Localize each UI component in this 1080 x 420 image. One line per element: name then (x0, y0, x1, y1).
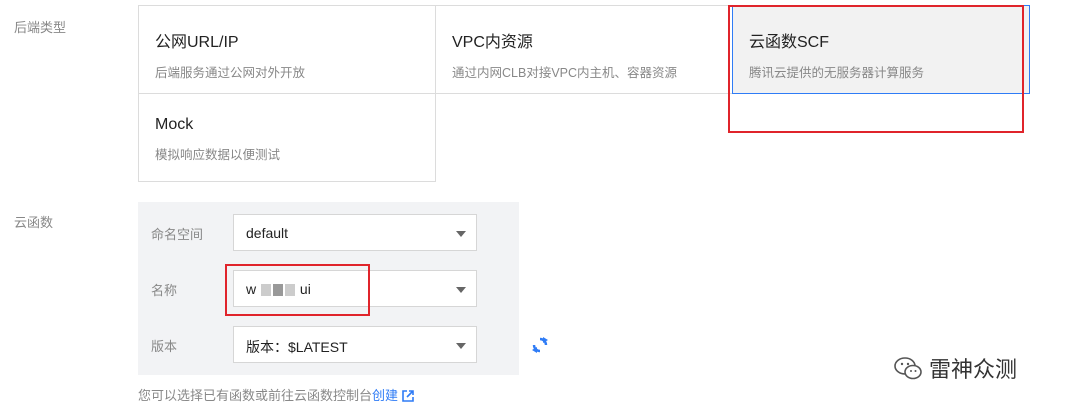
caret-down-icon (456, 231, 466, 237)
namespace-label: 命名空间 (151, 227, 204, 242)
card-desc: 通过内网CLB对接VPC内主机、容器资源 (452, 66, 678, 80)
redacted-text (285, 284, 296, 297)
function-name-select[interactable]: w ui (233, 270, 477, 307)
scf-label: 云函数 (14, 215, 54, 230)
external-link-icon[interactable] (402, 390, 414, 402)
function-name-label: 名称 (151, 283, 178, 298)
redacted-text (261, 284, 272, 297)
version-value: 版本：$LATEST (246, 339, 348, 355)
card-title: 云函数SCF (749, 34, 830, 51)
backend-card-public-url[interactable]: 公网URL/IP 后端服务通过公网对外开放 (138, 5, 436, 94)
backend-type-label: 后端类型 (14, 20, 67, 35)
caret-down-icon (456, 343, 466, 349)
namespace-value: default (246, 225, 289, 241)
watermark: 雷神众测 (893, 352, 1017, 384)
scf-hint: 您可以选择已有函数或前往云函数控制台创建 (138, 385, 414, 404)
refresh-icon[interactable] (531, 336, 549, 354)
function-name-suffix: ui (299, 281, 311, 297)
card-desc: 模拟响应数据以便测试 (155, 148, 281, 162)
card-desc: 后端服务通过公网对外开放 (155, 66, 306, 80)
function-name-prefix: w (246, 281, 257, 297)
backend-card-scf[interactable]: 云函数SCF 腾讯云提供的无服务器计算服务 (732, 5, 1030, 94)
card-title: 公网URL/IP (155, 34, 239, 51)
version-select[interactable]: 版本：$LATEST (233, 326, 477, 363)
redacted-text (273, 284, 284, 297)
caret-down-icon (456, 287, 466, 293)
version-label: 版本 (151, 339, 178, 354)
card-title: VPC内资源 (452, 34, 533, 51)
backend-card-mock[interactable]: Mock 模拟响应数据以便测试 (138, 93, 436, 182)
card-desc: 腾讯云提供的无服务器计算服务 (749, 66, 925, 80)
card-title: Mock (155, 116, 194, 133)
create-link[interactable]: 创建 (372, 388, 398, 403)
hint-text: 您可以选择已有函数或前往云函数控制台 (138, 388, 373, 403)
backend-card-vpc[interactable]: VPC内资源 通过内网CLB对接VPC内主机、容器资源 (435, 5, 733, 94)
namespace-select[interactable]: default (233, 214, 477, 251)
wechat-icon (894, 357, 922, 380)
watermark-text: 雷神众测 (929, 357, 1018, 382)
